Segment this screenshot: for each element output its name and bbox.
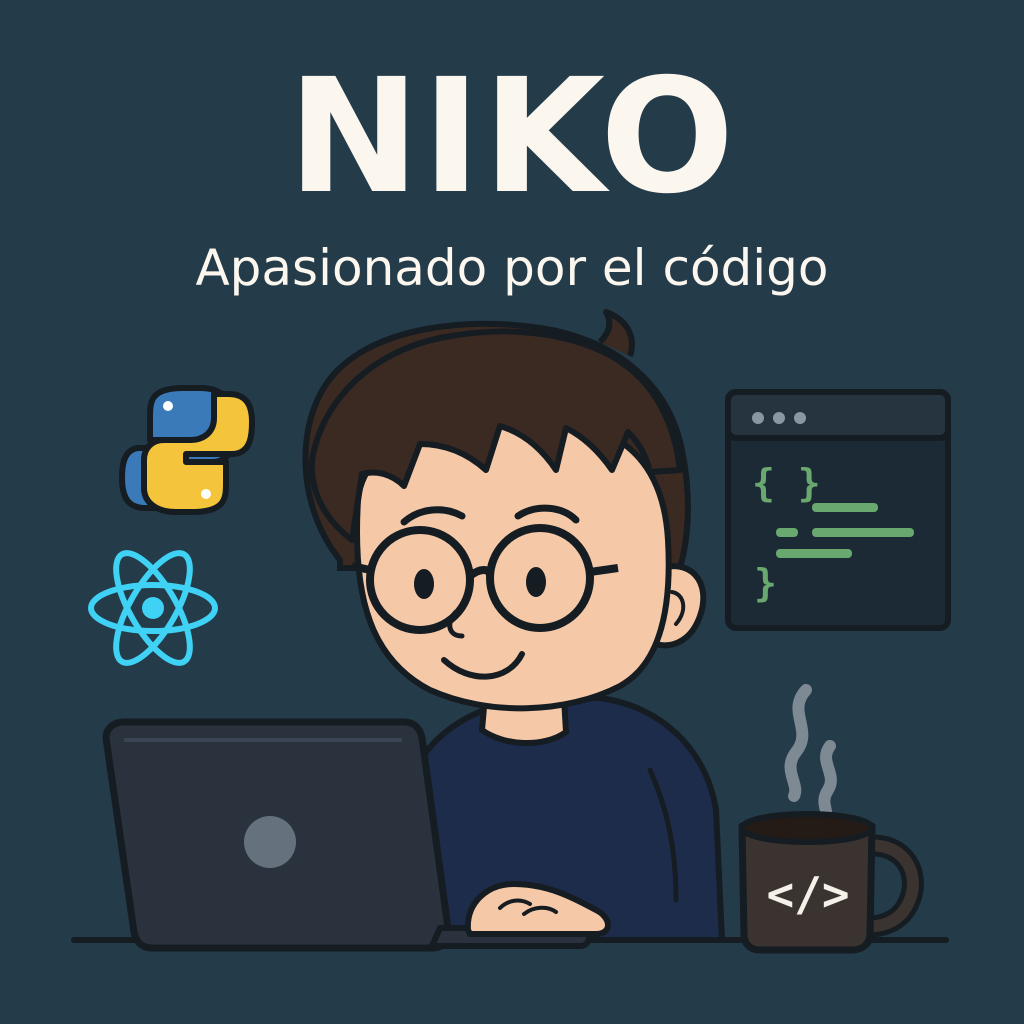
coffee-mug-icon: </> <box>738 811 924 954</box>
illustration: { } } </> <box>71 309 951 954</box>
python-logo-icon <box>119 385 255 515</box>
steam-icon <box>784 684 837 822</box>
code-braces: { } <box>752 461 821 505</box>
laptop-logo-icon <box>244 816 296 868</box>
code-window-icon: { } } <box>725 389 951 631</box>
react-atom-icon <box>88 550 218 666</box>
poster: NIKO Apasionado por el código { }} </> <box>0 0 1024 1024</box>
mug-label: </> <box>766 867 849 921</box>
code-brace-close: } <box>754 561 777 605</box>
